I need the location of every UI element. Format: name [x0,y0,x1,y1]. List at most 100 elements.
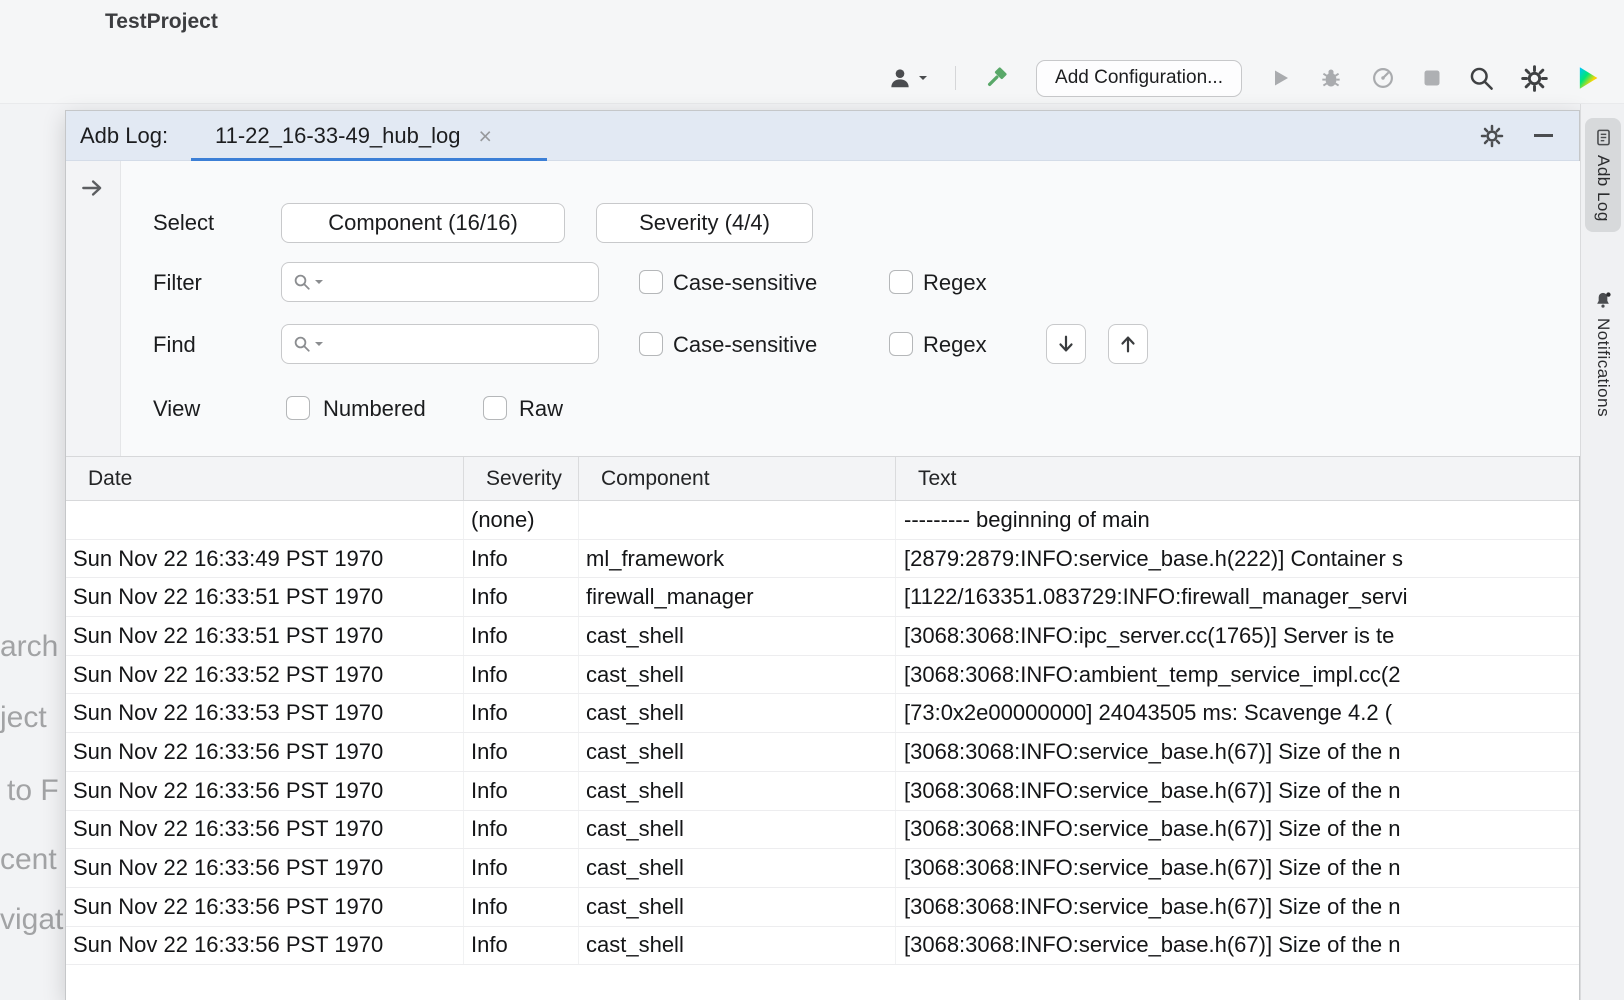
cell-date: Sun Nov 22 16:33:53 PST 1970 [66,694,464,732]
cell-component: cast_shell [579,927,896,965]
find-next-button[interactable] [1046,324,1086,364]
filter-panel: Select Component (16/16) Severity (4/4) … [121,161,1580,456]
find-input[interactable] [281,324,599,364]
stripe-tab-label: Notifications [1593,318,1613,417]
cell-component: cast_shell [579,617,896,655]
numbered-checkbox[interactable] [286,396,310,420]
user-menu-button[interactable] [887,65,929,91]
find-regex-label: Regex [923,332,987,358]
toolbar-divider [955,66,956,90]
search-everywhere-button[interactable] [1468,65,1495,92]
cell-component: cast_shell [579,656,896,694]
table-row[interactable]: Sun Nov 22 16:33:56 PST 1970 Info cast_s… [66,811,1579,850]
raw-checkbox[interactable] [483,396,507,420]
cell-text: [3068:3068:INFO:service_base.h(67)] Size… [896,733,1579,771]
table-row[interactable]: Sun Nov 22 16:33:51 PST 1970 Info firewa… [66,578,1579,617]
log-table-header: Date Severity Component Text [66,456,1579,501]
project-title: TestProject [105,10,218,34]
tab-close-icon[interactable]: × [478,125,491,148]
play-icon [1268,66,1292,90]
find-label: Find [153,332,196,358]
profiler-button[interactable] [1370,65,1396,91]
column-header-component[interactable]: Component [579,457,896,500]
colorful-play-button[interactable] [1574,64,1602,92]
cell-text: [3068:3068:INFO:ambient_temp_service_imp… [896,656,1579,694]
column-header-date[interactable]: Date [66,457,464,500]
expand-arrow-button[interactable] [79,175,105,204]
column-header-text[interactable]: Text [896,457,1579,500]
find-regex-checkbox[interactable] [889,332,913,356]
stop-button[interactable] [1422,68,1442,88]
cell-text: [3068:3068:INFO:service_base.h(67)] Size… [896,811,1579,849]
table-row[interactable]: Sun Nov 22 16:33:53 PST 1970 Info cast_s… [66,694,1579,733]
cell-component: cast_shell [579,888,896,926]
table-row[interactable]: Sun Nov 22 16:33:52 PST 1970 Info cast_s… [66,656,1579,695]
colorful-play-icon [1574,64,1602,92]
panel-settings-button[interactable] [1480,124,1504,148]
panel-minimize-button[interactable] [1534,134,1553,137]
panel-header: Adb Log: 11-22_16-33-49_hub_log × [66,111,1579,161]
stop-icon [1422,68,1442,88]
table-row[interactable]: Sun Nov 22 16:33:56 PST 1970 Info cast_s… [66,849,1579,888]
cell-date: Sun Nov 22 16:33:51 PST 1970 [66,578,464,616]
cell-date: Sun Nov 22 16:33:49 PST 1970 [66,540,464,578]
column-header-severity[interactable]: Severity [464,457,579,500]
severity-filter-button[interactable]: Severity (4/4) [596,203,813,243]
cell-severity: Info [464,694,579,732]
cell-date: Sun Nov 22 16:33:51 PST 1970 [66,617,464,655]
cell-severity: (none) [464,501,579,539]
table-row[interactable]: Sun Nov 22 16:33:56 PST 1970 Info cast_s… [66,733,1579,772]
cell-severity: Info [464,927,579,965]
view-label: View [153,396,200,422]
chevron-down-icon [917,73,929,83]
filter-input[interactable] [281,262,599,302]
cell-severity: Info [464,578,579,616]
table-row[interactable]: Sun Nov 22 16:33:56 PST 1970 Info cast_s… [66,927,1579,966]
title-bar: TestProject Add [0,0,1624,104]
find-previous-button[interactable] [1108,324,1148,364]
cell-component: ml_framework [579,540,896,578]
table-row[interactable]: Sun Nov 22 16:33:51 PST 1970 Info cast_s… [66,617,1579,656]
numbered-label: Numbered [323,396,426,422]
cell-text: [3068:3068:INFO:ipc_server.cc(1765)] Ser… [896,617,1579,655]
table-row[interactable]: Sun Nov 22 16:33:49 PST 1970 Info ml_fra… [66,540,1579,579]
search-field-icon [293,335,324,353]
stripe-tab-adb-log[interactable]: Adb Log [1585,118,1621,232]
gear-icon [1521,65,1548,92]
table-row[interactable]: Sun Nov 22 16:33:56 PST 1970 Info cast_s… [66,888,1579,927]
background-text-fragment: vigat [0,903,63,937]
cell-text: --------- beginning of main [896,501,1579,539]
find-case-sensitive-checkbox[interactable] [639,332,663,356]
add-configuration-button[interactable]: Add Configuration... [1036,60,1242,97]
panel-minimize-icon [1534,134,1553,137]
find-input-wrap [281,324,599,364]
build-hammer-button[interactable] [982,64,1010,92]
filter-case-sensitive-checkbox[interactable] [639,270,663,294]
cell-date: Sun Nov 22 16:33:52 PST 1970 [66,656,464,694]
stripe-tab-notifications[interactable]: Notifications [1585,280,1621,427]
log-table-body: (none) --------- beginning of main Sun N… [66,501,1579,1000]
table-row[interactable]: (none) --------- beginning of main [66,501,1579,540]
debug-button[interactable] [1318,65,1344,91]
cell-component: cast_shell [579,849,896,887]
log-file-tab[interactable]: 11-22_16-33-49_hub_log × [191,111,547,161]
cell-component: firewall_manager [579,578,896,616]
ide-window: TestProject Add [0,0,1624,1000]
filter-regex-label: Regex [923,270,987,296]
cell-text: [1122/163351.083729:INFO:firewall_manage… [896,578,1579,616]
find-case-sensitive-label: Case-sensitive [673,332,817,358]
cell-text: [3068:3068:INFO:service_base.h(67)] Size… [896,849,1579,887]
cell-component: cast_shell [579,733,896,771]
cell-date: Sun Nov 22 16:33:56 PST 1970 [66,772,464,810]
settings-button[interactable] [1521,65,1548,92]
cell-component: cast_shell [579,694,896,732]
cell-severity: Info [464,849,579,887]
stripe-tab-label: Adb Log [1593,155,1613,222]
run-button[interactable] [1268,66,1292,90]
panel-header-actions [1480,124,1579,148]
filter-regex-checkbox[interactable] [889,270,913,294]
cell-text: [3068:3068:INFO:service_base.h(67)] Size… [896,927,1579,965]
component-filter-button[interactable]: Component (16/16) [281,203,565,243]
background-text-fragment: ject [0,701,47,735]
table-row[interactable]: Sun Nov 22 16:33:56 PST 1970 Info cast_s… [66,772,1579,811]
